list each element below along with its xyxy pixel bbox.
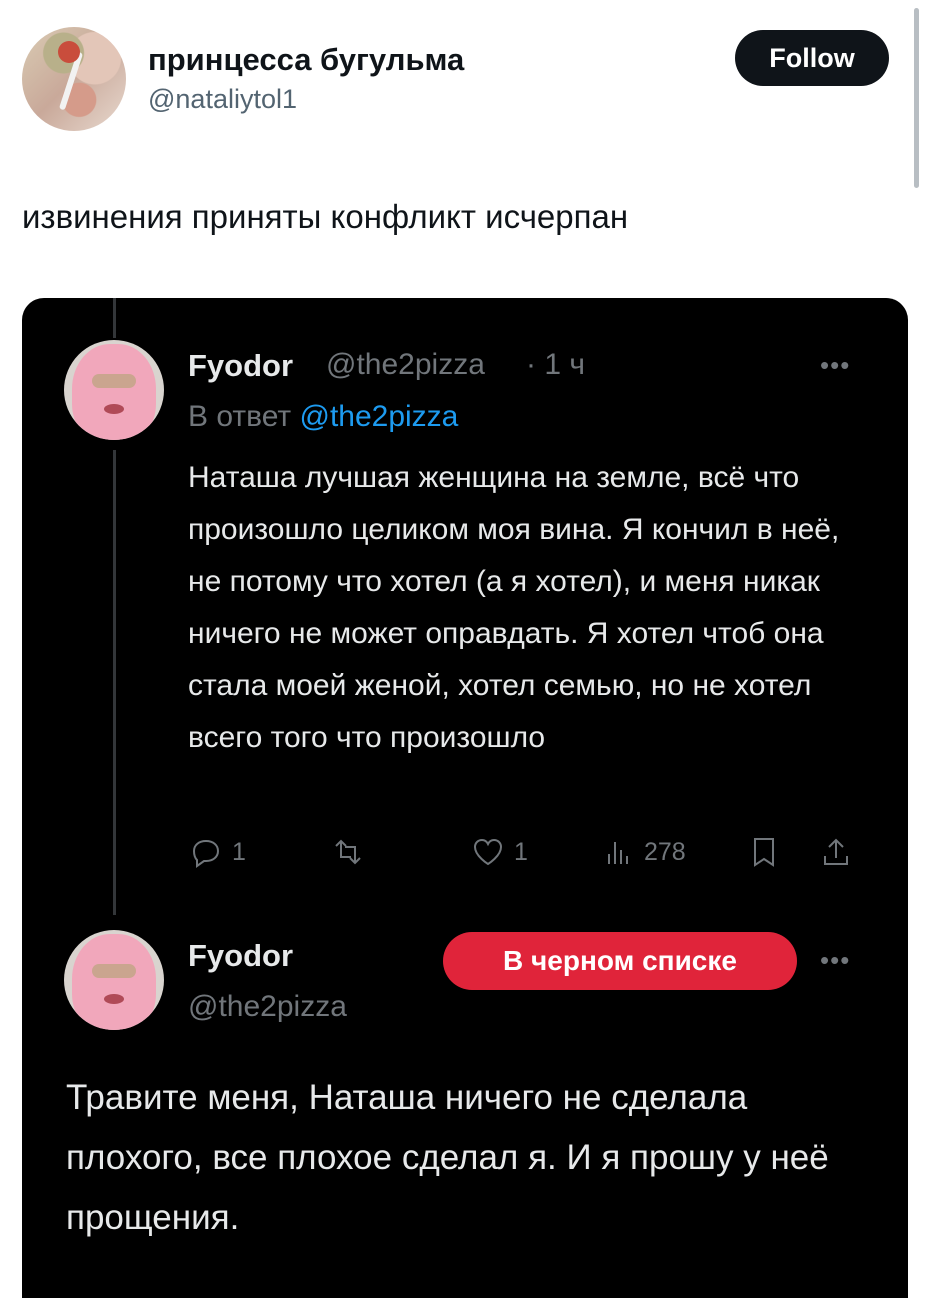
views-icon: [608, 842, 628, 864]
reply-body: Наташа лучшая женщина на земле, всё что …: [188, 461, 840, 754]
author-display-name[interactable]: принцесса бугульма: [148, 42, 464, 78]
scrollbar[interactable]: [914, 8, 919, 188]
post-author-name[interactable]: Fyodor: [188, 938, 293, 974]
author-handle[interactable]: @nataliytol1: [148, 84, 297, 115]
post-author-avatar[interactable]: [64, 930, 164, 1030]
reply-author-handle[interactable]: @the2pizza: [326, 348, 485, 382]
like-count: 1: [514, 837, 528, 866]
views-action[interactable]: 278: [600, 834, 686, 870]
comment-icon: [192, 839, 220, 868]
author-avatar[interactable]: [22, 27, 126, 131]
reply-author-name[interactable]: Fyodor: [188, 348, 293, 384]
avatar-flower-decoration: [58, 41, 80, 63]
heart-icon: [473, 838, 503, 866]
views-count: 278: [644, 837, 686, 866]
bookmark-action[interactable]: [746, 834, 782, 870]
post-author-handle[interactable]: @the2pizza: [188, 990, 347, 1024]
reply-count: 1: [232, 837, 246, 866]
reply-to-link[interactable]: @the2pizza: [299, 400, 458, 433]
thread-line-top: [113, 298, 116, 338]
reply-context: В ответ @the2pizza: [188, 400, 458, 434]
repost-icon: [335, 839, 361, 865]
reply-more-menu-icon[interactable]: •••: [820, 350, 850, 381]
share-icon: [824, 838, 848, 865]
post-body: Травите меня, Наташа ничего не сделала п…: [66, 1078, 829, 1237]
like-action[interactable]: 1: [470, 834, 528, 870]
tweet-text: извинения приняты конфликт исчерпан: [22, 198, 629, 235]
reply-time: · 1 ч: [526, 348, 585, 381]
reply-prefix: В ответ: [188, 400, 292, 433]
thread-line: [113, 450, 116, 915]
post-more-menu-icon[interactable]: •••: [820, 945, 850, 976]
bookmark-icon: [754, 838, 774, 867]
reply-action[interactable]: 1: [188, 834, 246, 870]
follow-button[interactable]: Follow: [735, 30, 889, 86]
repost-action[interactable]: [330, 834, 374, 870]
reply-author-avatar[interactable]: [64, 340, 164, 440]
share-action[interactable]: [818, 834, 854, 870]
blocked-badge[interactable]: В черном списке: [443, 932, 797, 990]
